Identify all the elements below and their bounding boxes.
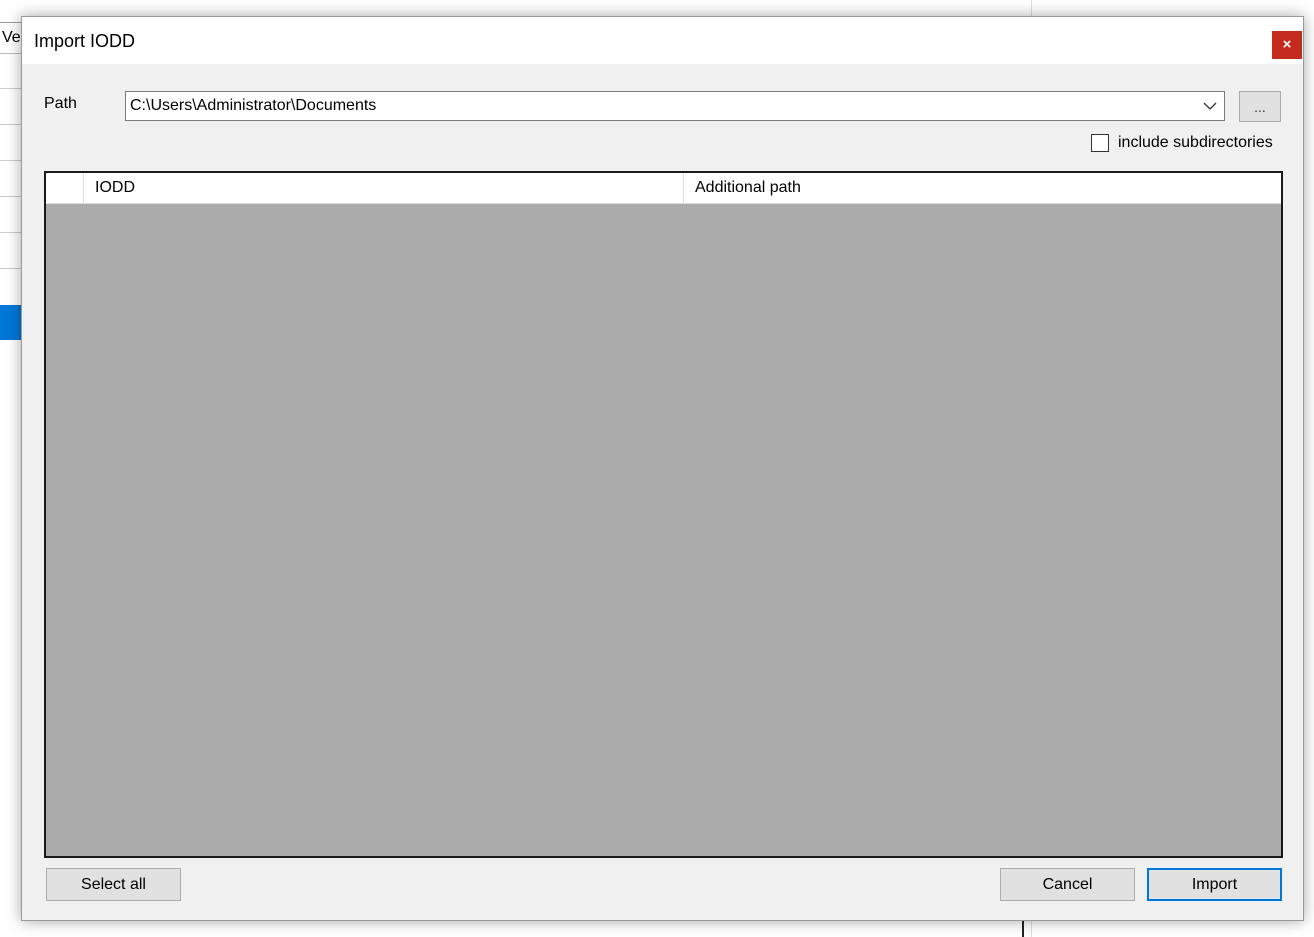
background-selected-row	[0, 305, 22, 340]
chevron-down-icon[interactable]	[1202, 98, 1218, 114]
background-row	[0, 161, 22, 197]
browse-button[interactable]: ...	[1239, 91, 1281, 122]
background-row	[0, 53, 22, 89]
column-header-iodd[interactable]: IODD	[83, 173, 684, 203]
close-icon: ×	[1282, 36, 1292, 53]
path-label: Path	[44, 95, 77, 112]
column-header-label: Additional path	[695, 179, 801, 196]
import-button[interactable]: Import	[1147, 868, 1282, 901]
background-row	[0, 89, 22, 125]
iodd-file-grid[interactable]: IODD Additional path	[44, 171, 1283, 858]
column-header-label: IODD	[95, 179, 135, 196]
select-all-button[interactable]: Select all	[46, 868, 181, 901]
dialog-titlebar[interactable]: Import IODD ×	[22, 17, 1303, 64]
row-header-cell[interactable]	[46, 173, 84, 203]
background-app-table: Ve	[0, 0, 24, 937]
include-subdirectories-label[interactable]: include subdirectories	[1118, 134, 1273, 152]
background-row	[0, 197, 22, 233]
cancel-button[interactable]: Cancel	[1000, 868, 1135, 901]
grid-header: IODD Additional path	[46, 173, 1281, 204]
column-header-additional-path[interactable]: Additional path	[683, 173, 1281, 203]
background-row	[0, 125, 22, 161]
background-row	[0, 233, 22, 269]
path-combobox[interactable]: C:\Users\Administrator\Documents	[125, 91, 1225, 121]
import-iodd-dialog: Import IODD × Path C:\Users\Administrato…	[21, 16, 1304, 921]
include-subdirectories-checkbox[interactable]	[1091, 134, 1109, 152]
dialog-title: Import IODD	[34, 31, 136, 51]
path-value: C:\Users\Administrator\Documents	[130, 97, 377, 114]
close-button[interactable]: ×	[1272, 31, 1302, 59]
